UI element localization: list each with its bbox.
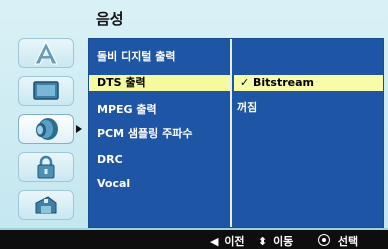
enter-button-icon — [318, 234, 330, 246]
hint-move-label: 이동 — [273, 235, 294, 248]
option-off[interactable]: 꺼짐 — [237, 99, 257, 115]
option-label: Bitstream — [253, 76, 314, 89]
active-category-arrow-icon — [76, 125, 82, 133]
menu-item-drc[interactable]: DRC — [97, 153, 123, 166]
lock-icon — [37, 155, 55, 179]
hint-previous: ◀ 이전 — [210, 233, 245, 249]
menu-item-dts[interactable]: DTS 출력 — [89, 75, 230, 91]
tv-screen-icon — [33, 81, 59, 100]
hint-move: ⬍ 이동 — [258, 233, 293, 249]
left-arrow-icon: ◀ — [210, 235, 219, 248]
category-lock[interactable] — [18, 152, 74, 182]
menu-item-dolby-digital[interactable]: 돌비 디지털 출력 — [97, 48, 176, 64]
speaker-icon — [36, 118, 58, 140]
dvd-setup-screen: 음성 돌비 디지털 출력 DTS 출력 MPEG 출력 PCM 샘플링 주파수 … — [0, 0, 388, 249]
menu-item-mpeg[interactable]: MPEG 출력 — [97, 101, 157, 117]
category-others[interactable] — [18, 190, 74, 220]
hint-select: 선택 — [318, 233, 358, 249]
category-audio[interactable] — [18, 114, 74, 144]
category-language[interactable] — [18, 38, 74, 68]
category-display[interactable] — [18, 76, 74, 106]
checkmark-icon: ✓ — [240, 76, 250, 89]
letter-a-icon — [34, 41, 58, 65]
footer-hint-bar: ◀ 이전 ⬍ 이동 선택 — [0, 228, 388, 249]
menu-item-pcm-sampling[interactable]: PCM 샘플링 주파수 — [97, 125, 192, 141]
option-bitstream[interactable]: ✓ Bitstream — [234, 75, 383, 91]
page-title: 음성 — [96, 10, 124, 28]
panel-divider — [230, 39, 232, 227]
menu-item-vocal[interactable]: Vocal — [97, 177, 130, 190]
up-down-arrow-icon: ⬍ — [258, 235, 268, 248]
hint-select-label: 선택 — [337, 235, 359, 248]
hint-previous-label: 이전 — [224, 235, 245, 248]
settings-panel: 돌비 디지털 출력 DTS 출력 MPEG 출력 PCM 샘플링 주파수 DRC… — [88, 38, 384, 228]
category-column — [18, 38, 84, 228]
other-settings-icon — [35, 196, 57, 214]
